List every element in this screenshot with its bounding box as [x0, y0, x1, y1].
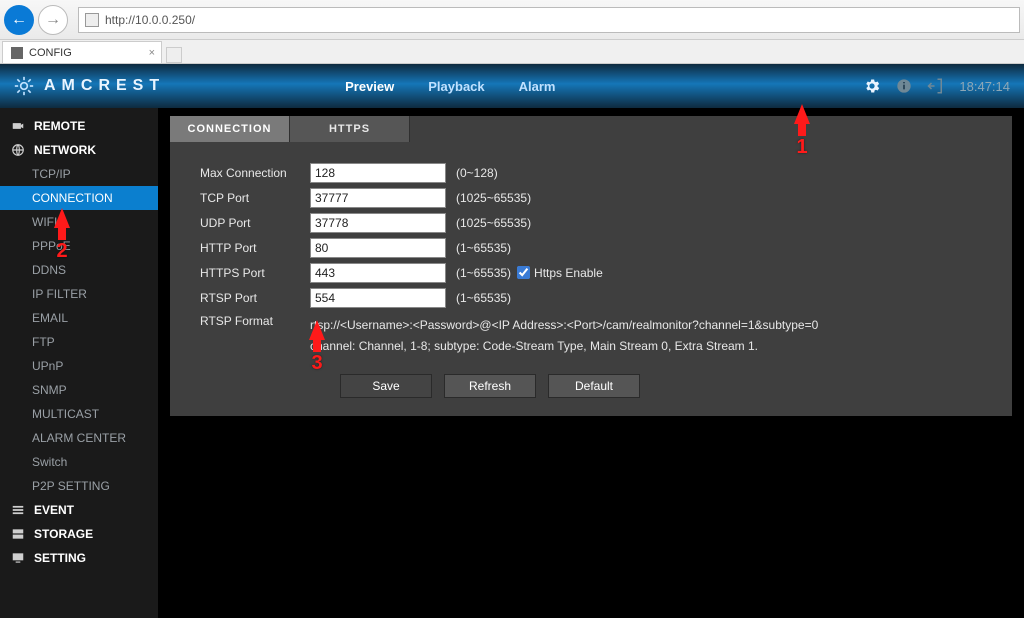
nav-playback[interactable]: Playback — [428, 79, 484, 94]
brand-text: AMCREST — [44, 77, 165, 95]
sidebar-label: STORAGE — [34, 527, 93, 541]
tab-connection[interactable]: CONNECTION — [170, 116, 290, 142]
top-nav: Preview Playback Alarm — [345, 79, 555, 94]
gear-icon[interactable] — [863, 77, 881, 95]
panel-tabs: CONNECTION HTTPS — [170, 116, 1012, 142]
settings-panel: CONNECTION HTTPS Max Connection (0~128) … — [170, 116, 1012, 416]
logo-icon — [14, 76, 34, 96]
hint-http: (1~65535) — [456, 241, 511, 255]
info-icon[interactable] — [895, 77, 913, 95]
list-icon — [10, 502, 26, 518]
address-bar[interactable]: http://10.0.0.250/ — [78, 7, 1020, 33]
https-enable-checkbox[interactable] — [517, 266, 530, 279]
save-button[interactable]: Save — [340, 374, 432, 398]
clock: 18:47:14 — [959, 79, 1010, 94]
main-area: CONNECTION HTTPS Max Connection (0~128) … — [158, 108, 1024, 618]
sidebar-item-ipfilter[interactable]: IP FILTER — [0, 282, 158, 306]
sidebar-group-setting[interactable]: SETTING — [0, 546, 158, 570]
tcp-port-input[interactable] — [310, 188, 446, 208]
sidebar-group-network[interactable]: NETWORK — [0, 138, 158, 162]
connection-form: Max Connection (0~128) TCP Port (1025~65… — [170, 142, 1012, 398]
label-udp-port: UDP Port — [200, 216, 310, 230]
nav-alarm[interactable]: Alarm — [519, 79, 556, 94]
sidebar-label: SETTING — [34, 551, 86, 565]
browser-tab[interactable]: CONFIG × — [2, 41, 162, 63]
label-https-port: HTTPS Port — [200, 266, 310, 280]
https-port-input[interactable] — [310, 263, 446, 283]
sidebar-item-wifi[interactable]: WIFI — [0, 210, 158, 234]
https-enable-label: Https Enable — [534, 266, 603, 280]
nav-preview[interactable]: Preview — [345, 79, 394, 94]
label-http-port: HTTP Port — [200, 241, 310, 255]
sidebar-label: REMOTE — [34, 119, 85, 133]
sidebar-item-pppoe[interactable]: PPPoE — [0, 234, 158, 258]
hint-https: (1~65535) — [456, 266, 511, 280]
hint-tcp: (1025~65535) — [456, 191, 531, 205]
sidebar-label: EVENT — [34, 503, 74, 517]
tab-title: CONFIG — [29, 47, 72, 59]
sidebar-item-connection[interactable]: CONNECTION — [0, 186, 158, 210]
forward-button[interactable]: → — [38, 5, 68, 35]
tab-https[interactable]: HTTPS — [290, 116, 410, 142]
back-button[interactable]: ← — [4, 5, 34, 35]
sidebar-item-ftp[interactable]: FTP — [0, 330, 158, 354]
sidebar-item-switch[interactable]: Switch — [0, 450, 158, 474]
url-text: http://10.0.0.250/ — [105, 13, 195, 27]
sidebar-group-remote[interactable]: REMOTE — [0, 114, 158, 138]
header-right: 18:47:14 — [863, 77, 1010, 95]
label-rtsp-format: RTSP Format — [200, 314, 310, 328]
sidebar-group-storage[interactable]: STORAGE — [0, 522, 158, 546]
hint-rtsp: (1~65535) — [456, 291, 511, 305]
label-max-connection: Max Connection — [200, 166, 310, 180]
label-tcp-port: TCP Port — [200, 191, 310, 205]
http-port-input[interactable] — [310, 238, 446, 258]
globe-icon — [10, 142, 26, 158]
app-header: AMCREST Preview Playback Alarm 18:47:14 — [0, 64, 1024, 108]
rtsp-format-line1: rtsp://<Username>:<Password>@<IP Address… — [310, 316, 818, 335]
default-button[interactable]: Default — [548, 374, 640, 398]
hint-max: (0~128) — [456, 166, 498, 180]
storage-icon — [10, 526, 26, 542]
refresh-button[interactable]: Refresh — [444, 374, 536, 398]
app-body: REMOTE NETWORK TCP/IP CONNECTION WIFI PP… — [0, 108, 1024, 618]
sidebar-item-p2p[interactable]: P2P SETTING — [0, 474, 158, 498]
udp-port-input[interactable] — [310, 213, 446, 233]
page-icon — [85, 13, 99, 27]
action-buttons: Save Refresh Default — [200, 374, 1012, 398]
sidebar-item-tcpip[interactable]: TCP/IP — [0, 162, 158, 186]
new-tab-button[interactable] — [166, 47, 182, 63]
sidebar-item-multicast[interactable]: MULTICAST — [0, 402, 158, 426]
app-root: AMCREST Preview Playback Alarm 18:47:14 … — [0, 64, 1024, 618]
max-connection-input[interactable] — [310, 163, 446, 183]
sidebar-item-email[interactable]: EMAIL — [0, 306, 158, 330]
close-tab-icon[interactable]: × — [149, 47, 155, 59]
hint-udp: (1025~65535) — [456, 216, 531, 230]
label-rtsp-port: RTSP Port — [200, 291, 310, 305]
favicon-icon — [11, 47, 23, 59]
rtsp-port-input[interactable] — [310, 288, 446, 308]
camera-icon — [10, 118, 26, 134]
sidebar-item-upnp[interactable]: UPnP — [0, 354, 158, 378]
sidebar-item-snmp[interactable]: SNMP — [0, 378, 158, 402]
logout-icon[interactable] — [927, 77, 945, 95]
sidebar-item-alarmcenter[interactable]: ALARM CENTER — [0, 426, 158, 450]
sidebar-item-ddns[interactable]: DDNS — [0, 258, 158, 282]
sidebar: REMOTE NETWORK TCP/IP CONNECTION WIFI PP… — [0, 108, 158, 618]
sidebar-label: NETWORK — [34, 143, 96, 157]
rtsp-format-line2: channel: Channel, 1-8; subtype: Code-Str… — [310, 337, 818, 356]
browser-toolbar: ← → http://10.0.0.250/ — [0, 0, 1024, 40]
tab-strip: CONFIG × — [0, 40, 1024, 64]
sidebar-group-event[interactable]: EVENT — [0, 498, 158, 522]
monitor-icon — [10, 550, 26, 566]
